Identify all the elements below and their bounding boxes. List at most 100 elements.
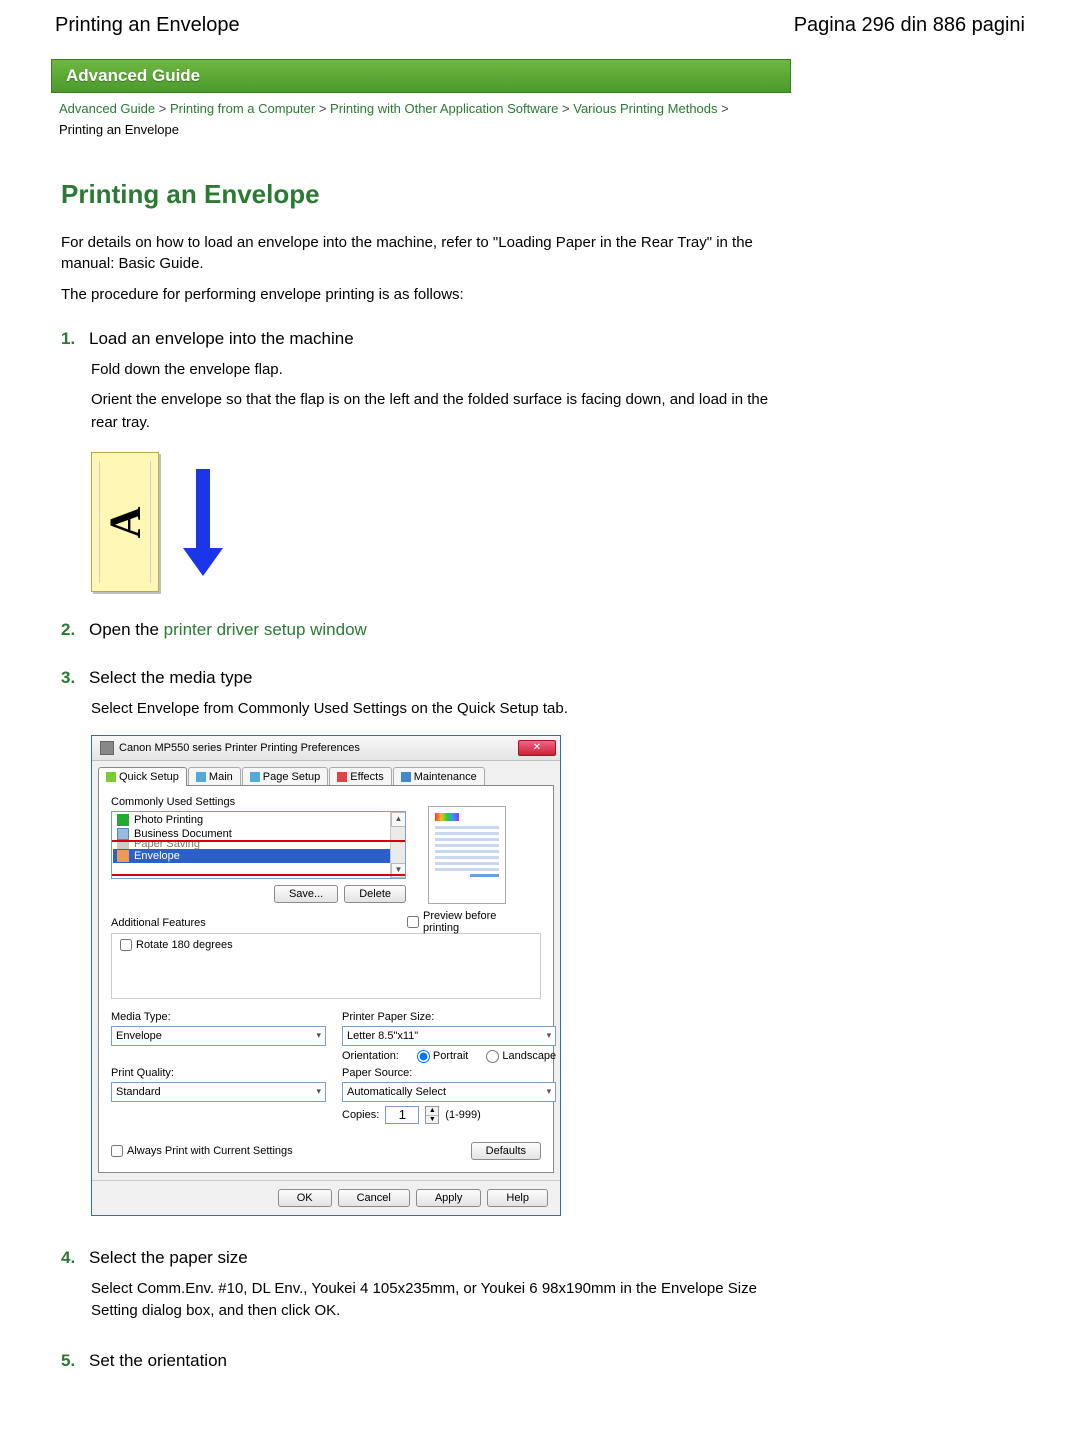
dialog-titlebar: Canon MP550 series Printer Printing Pref… [92, 736, 560, 761]
envelope-letter: A [100, 506, 151, 538]
envelope-icon: A [91, 452, 159, 592]
dialog-button-row: OK Cancel Apply Help [92, 1180, 560, 1215]
preview-checkbox[interactable]: Preview before printing [407, 910, 527, 934]
step-5: 5. Set the orientation [61, 1351, 791, 1371]
media-type-select[interactable]: Envelope [111, 1026, 326, 1046]
printer-driver-link[interactable]: printer driver setup window [164, 620, 367, 639]
breadcrumb-link-advanced-guide[interactable]: Advanced Guide [59, 101, 155, 116]
list-item-photo[interactable]: Photo Printing [113, 813, 404, 827]
page-title: Printing an Envelope [61, 179, 791, 210]
always-print-checkbox[interactable]: Always Print with Current Settings [111, 1145, 293, 1157]
copies-spinner[interactable]: ▲▼ [425, 1106, 439, 1124]
intro-paragraph-2: The procedure for performing envelope pr… [61, 284, 791, 305]
list-item-paper-saving[interactable]: Paper Saving [113, 841, 404, 849]
print-quality-label: Print Quality: [111, 1067, 326, 1079]
breadcrumb-link-printing-computer[interactable]: Printing from a Computer [170, 101, 315, 116]
ok-button[interactable]: OK [278, 1189, 332, 1207]
photo-icon [117, 814, 129, 826]
envelope-item-icon [117, 850, 129, 862]
step-1: 1. Load an envelope into the machine Fol… [61, 329, 791, 593]
close-button[interactable]: ✕ [518, 740, 556, 756]
tab-quick-setup[interactable]: Quick Setup [98, 767, 187, 786]
breadcrumb-current: Printing an Envelope [59, 122, 179, 137]
step-title: Load an envelope into the machine [89, 329, 354, 349]
help-button[interactable]: Help [487, 1189, 548, 1207]
page-setup-icon [250, 772, 260, 782]
step-number: 2. [61, 620, 83, 640]
app-icon [100, 741, 114, 755]
defaults-button[interactable]: Defaults [471, 1142, 541, 1160]
tab-effects[interactable]: Effects [329, 767, 391, 786]
copies-input[interactable] [385, 1106, 419, 1124]
delete-button[interactable]: Delete [344, 885, 406, 903]
step-title: Select the paper size [89, 1248, 248, 1268]
maintenance-icon [401, 772, 411, 782]
step-body-line: Fold down the envelope flap. [91, 359, 791, 382]
breadcrumb-link-other-app[interactable]: Printing with Other Application Software [330, 101, 558, 116]
scroll-up-button[interactable]: ▲ [391, 812, 406, 827]
breadcrumb: Advanced Guide > Printing from a Compute… [59, 99, 799, 141]
copies-range: (1-999) [445, 1109, 480, 1121]
paper-size-select[interactable]: Letter 8.5"x11" [342, 1026, 556, 1046]
step-body-line: Orient the envelope so that the flap is … [91, 389, 791, 434]
list-item-envelope[interactable]: Envelope [113, 849, 404, 863]
main-icon [196, 772, 206, 782]
rotate-checkbox-input[interactable] [120, 939, 132, 951]
cancel-button[interactable]: Cancel [338, 1189, 410, 1207]
breadcrumb-sep: > [721, 101, 729, 116]
copies-label: Copies: [342, 1109, 379, 1121]
header-right: Pagina 296 din 886 pagini [794, 14, 1025, 37]
effects-icon [337, 772, 347, 782]
tab-maintenance[interactable]: Maintenance [393, 767, 485, 786]
advanced-guide-bar: Advanced Guide [51, 59, 791, 93]
step-body-line: Select Envelope from Commonly Used Setti… [91, 698, 791, 721]
paper-source-label: Paper Source: [342, 1067, 556, 1079]
page-header: Printing an Envelope Pagina 296 din 886 … [55, 14, 1025, 37]
step-3: 3. Select the media type Select Envelope… [61, 668, 791, 1216]
step-title: Select the media type [89, 668, 252, 688]
paper-saving-icon [117, 841, 129, 849]
print-preferences-dialog: Canon MP550 series Printer Printing Pref… [91, 735, 561, 1216]
header-left: Printing an Envelope [55, 14, 240, 37]
breadcrumb-sep: > [319, 101, 327, 116]
step-title-prefix: Open the [89, 620, 164, 639]
breadcrumb-link-various-methods[interactable]: Various Printing Methods [573, 101, 717, 116]
breadcrumb-sep: > [159, 101, 167, 116]
preview-checkbox-input[interactable] [407, 916, 419, 928]
orientation-label: Orientation: [342, 1050, 399, 1062]
step-number: 4. [61, 1248, 83, 1268]
always-print-checkbox-input[interactable] [111, 1145, 123, 1157]
envelope-diagram: A [91, 452, 791, 592]
rotate-checkbox[interactable]: Rotate 180 degrees [120, 939, 532, 951]
step-body-line: Select Comm.Env. #10, DL Env., Youkei 4 … [91, 1278, 791, 1323]
step-number: 5. [61, 1351, 83, 1371]
dialog-tabs: Quick Setup Main Page Setup Effects Main… [92, 761, 560, 786]
step-number: 1. [61, 329, 83, 349]
paper-source-select[interactable]: Automatically Select [342, 1082, 556, 1102]
quick-setup-icon [106, 772, 116, 782]
scroll-down-button[interactable]: ▼ [391, 863, 406, 878]
orientation-landscape-radio[interactable]: Landscape [486, 1050, 556, 1063]
scrollbar[interactable]: ▲ ▼ [390, 812, 405, 878]
print-quality-select[interactable]: Standard [111, 1082, 326, 1102]
tab-main[interactable]: Main [188, 767, 241, 786]
tab-page-setup[interactable]: Page Setup [242, 767, 329, 786]
preview-thumbnail [428, 806, 506, 904]
step-number: 3. [61, 668, 83, 688]
document-icon [117, 828, 129, 840]
step-title: Set the orientation [89, 1351, 227, 1371]
save-button[interactable]: Save... [274, 885, 338, 903]
apply-button[interactable]: Apply [416, 1189, 482, 1207]
intro-paragraph-1: For details on how to load an envelope i… [61, 232, 791, 274]
paper-size-label: Printer Paper Size: [342, 1011, 556, 1023]
media-type-label: Media Type: [111, 1011, 326, 1023]
commonly-used-listbox[interactable]: Photo Printing Business Document Paper S… [111, 811, 406, 879]
orientation-portrait-radio[interactable]: Portrait [417, 1050, 468, 1063]
additional-features-box: Rotate 180 degrees [111, 933, 541, 999]
step-title: Open the printer driver setup window [89, 620, 367, 640]
list-item-business[interactable]: Business Document [113, 827, 404, 841]
arrow-down-icon [183, 469, 223, 576]
step-2: 2. Open the printer driver setup window [61, 620, 791, 640]
dialog-title: Canon MP550 series Printer Printing Pref… [119, 742, 360, 754]
breadcrumb-sep: > [562, 101, 570, 116]
